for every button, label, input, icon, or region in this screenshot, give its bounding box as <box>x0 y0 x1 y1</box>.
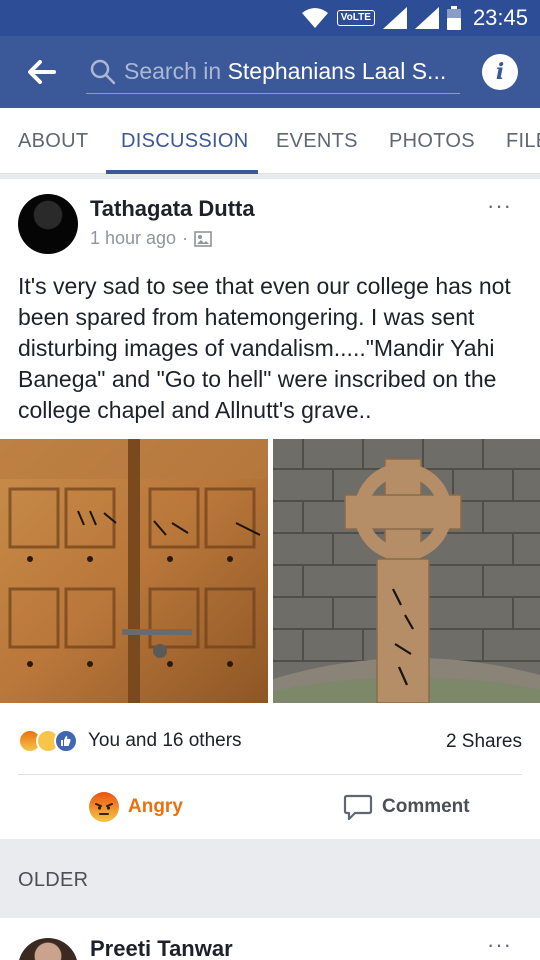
older-section-header: OLDER <box>0 842 540 918</box>
comment-icon <box>343 794 373 821</box>
meta-separator: · <box>182 228 189 248</box>
back-arrow-icon <box>28 60 56 84</box>
tab-photos[interactable]: PHOTOS <box>389 108 475 174</box>
post-divider <box>18 774 522 775</box>
reactions-summary[interactable]: You and 16 others <box>18 726 242 756</box>
post-time[interactable]: 1 hour ago <box>90 228 176 249</box>
grave-cross-image <box>273 439 540 703</box>
next-post-author[interactable]: Preeti Tanwar <box>90 936 233 960</box>
info-button[interactable]: i <box>482 54 518 90</box>
post-author[interactable]: Tathagata Dutta <box>90 196 255 222</box>
search-group-name: Stephanians Laal S... <box>227 58 447 84</box>
post-meta: 1 hour ago · <box>90 228 212 249</box>
status-time: 23:45 <box>472 5 528 30</box>
chapel-door-photo[interactable] <box>0 439 268 703</box>
group-photo-icon <box>194 230 212 247</box>
tab-files[interactable]: FILES <box>506 108 540 174</box>
battery-icon <box>446 6 461 30</box>
active-tab-indicator <box>106 170 258 174</box>
tab-discussion[interactable]: DISCUSSION <box>121 108 248 174</box>
search-icon <box>90 59 116 84</box>
signal-secondary-icon <box>414 7 439 29</box>
tab-events[interactable]: EVENTS <box>276 108 358 174</box>
search-placeholder: Search in Stephanians Laal S... <box>124 58 446 85</box>
status-bar: VoLTE 23:45 <box>0 0 540 36</box>
author-avatar[interactable] <box>18 194 78 254</box>
back-button[interactable] <box>22 54 62 90</box>
next-post-card: Preeti Tanwar ··· <box>0 918 540 960</box>
search-prefix: Search in <box>124 58 228 84</box>
next-author-avatar[interactable] <box>18 938 78 960</box>
post-text: It's very sad to see that even our colle… <box>18 273 511 423</box>
angry-face-icon <box>89 792 119 822</box>
group-tabs: ABOUT DISCUSSION EVENTS PHOTOS FILES <box>0 108 540 174</box>
reactions-count: You and 16 others <box>88 730 242 751</box>
comment-label: Comment <box>382 796 470 817</box>
thumbs-up-icon <box>61 736 71 746</box>
wifi-icon <box>301 8 328 28</box>
older-label: OLDER <box>18 869 89 891</box>
next-post-more-button[interactable]: ··· <box>487 932 512 958</box>
volte-badge: VoLTE <box>336 10 375 26</box>
signal-icon <box>382 7 407 29</box>
comment-button[interactable]: Comment <box>343 791 470 823</box>
shares-count[interactable]: 2 Shares <box>446 731 522 753</box>
post-card: Tathagata Dutta 1 hour ago · ··· It's ve… <box>0 179 540 839</box>
angry-reaction-button[interactable]: Angry <box>88 791 183 823</box>
search-input[interactable]: Search in Stephanians Laal S... <box>86 50 460 94</box>
app-bar: Search in Stephanians Laal S... i <box>0 36 540 108</box>
chapel-door-image <box>0 439 268 703</box>
grave-cross-photo[interactable] <box>273 439 540 703</box>
tab-about[interactable]: ABOUT <box>18 108 88 174</box>
status-icons: VoLTE 23:45 <box>301 0 528 36</box>
angry-label: Angry <box>128 796 183 817</box>
like-reaction-icon <box>54 729 78 753</box>
post-more-button[interactable]: ··· <box>487 193 512 219</box>
